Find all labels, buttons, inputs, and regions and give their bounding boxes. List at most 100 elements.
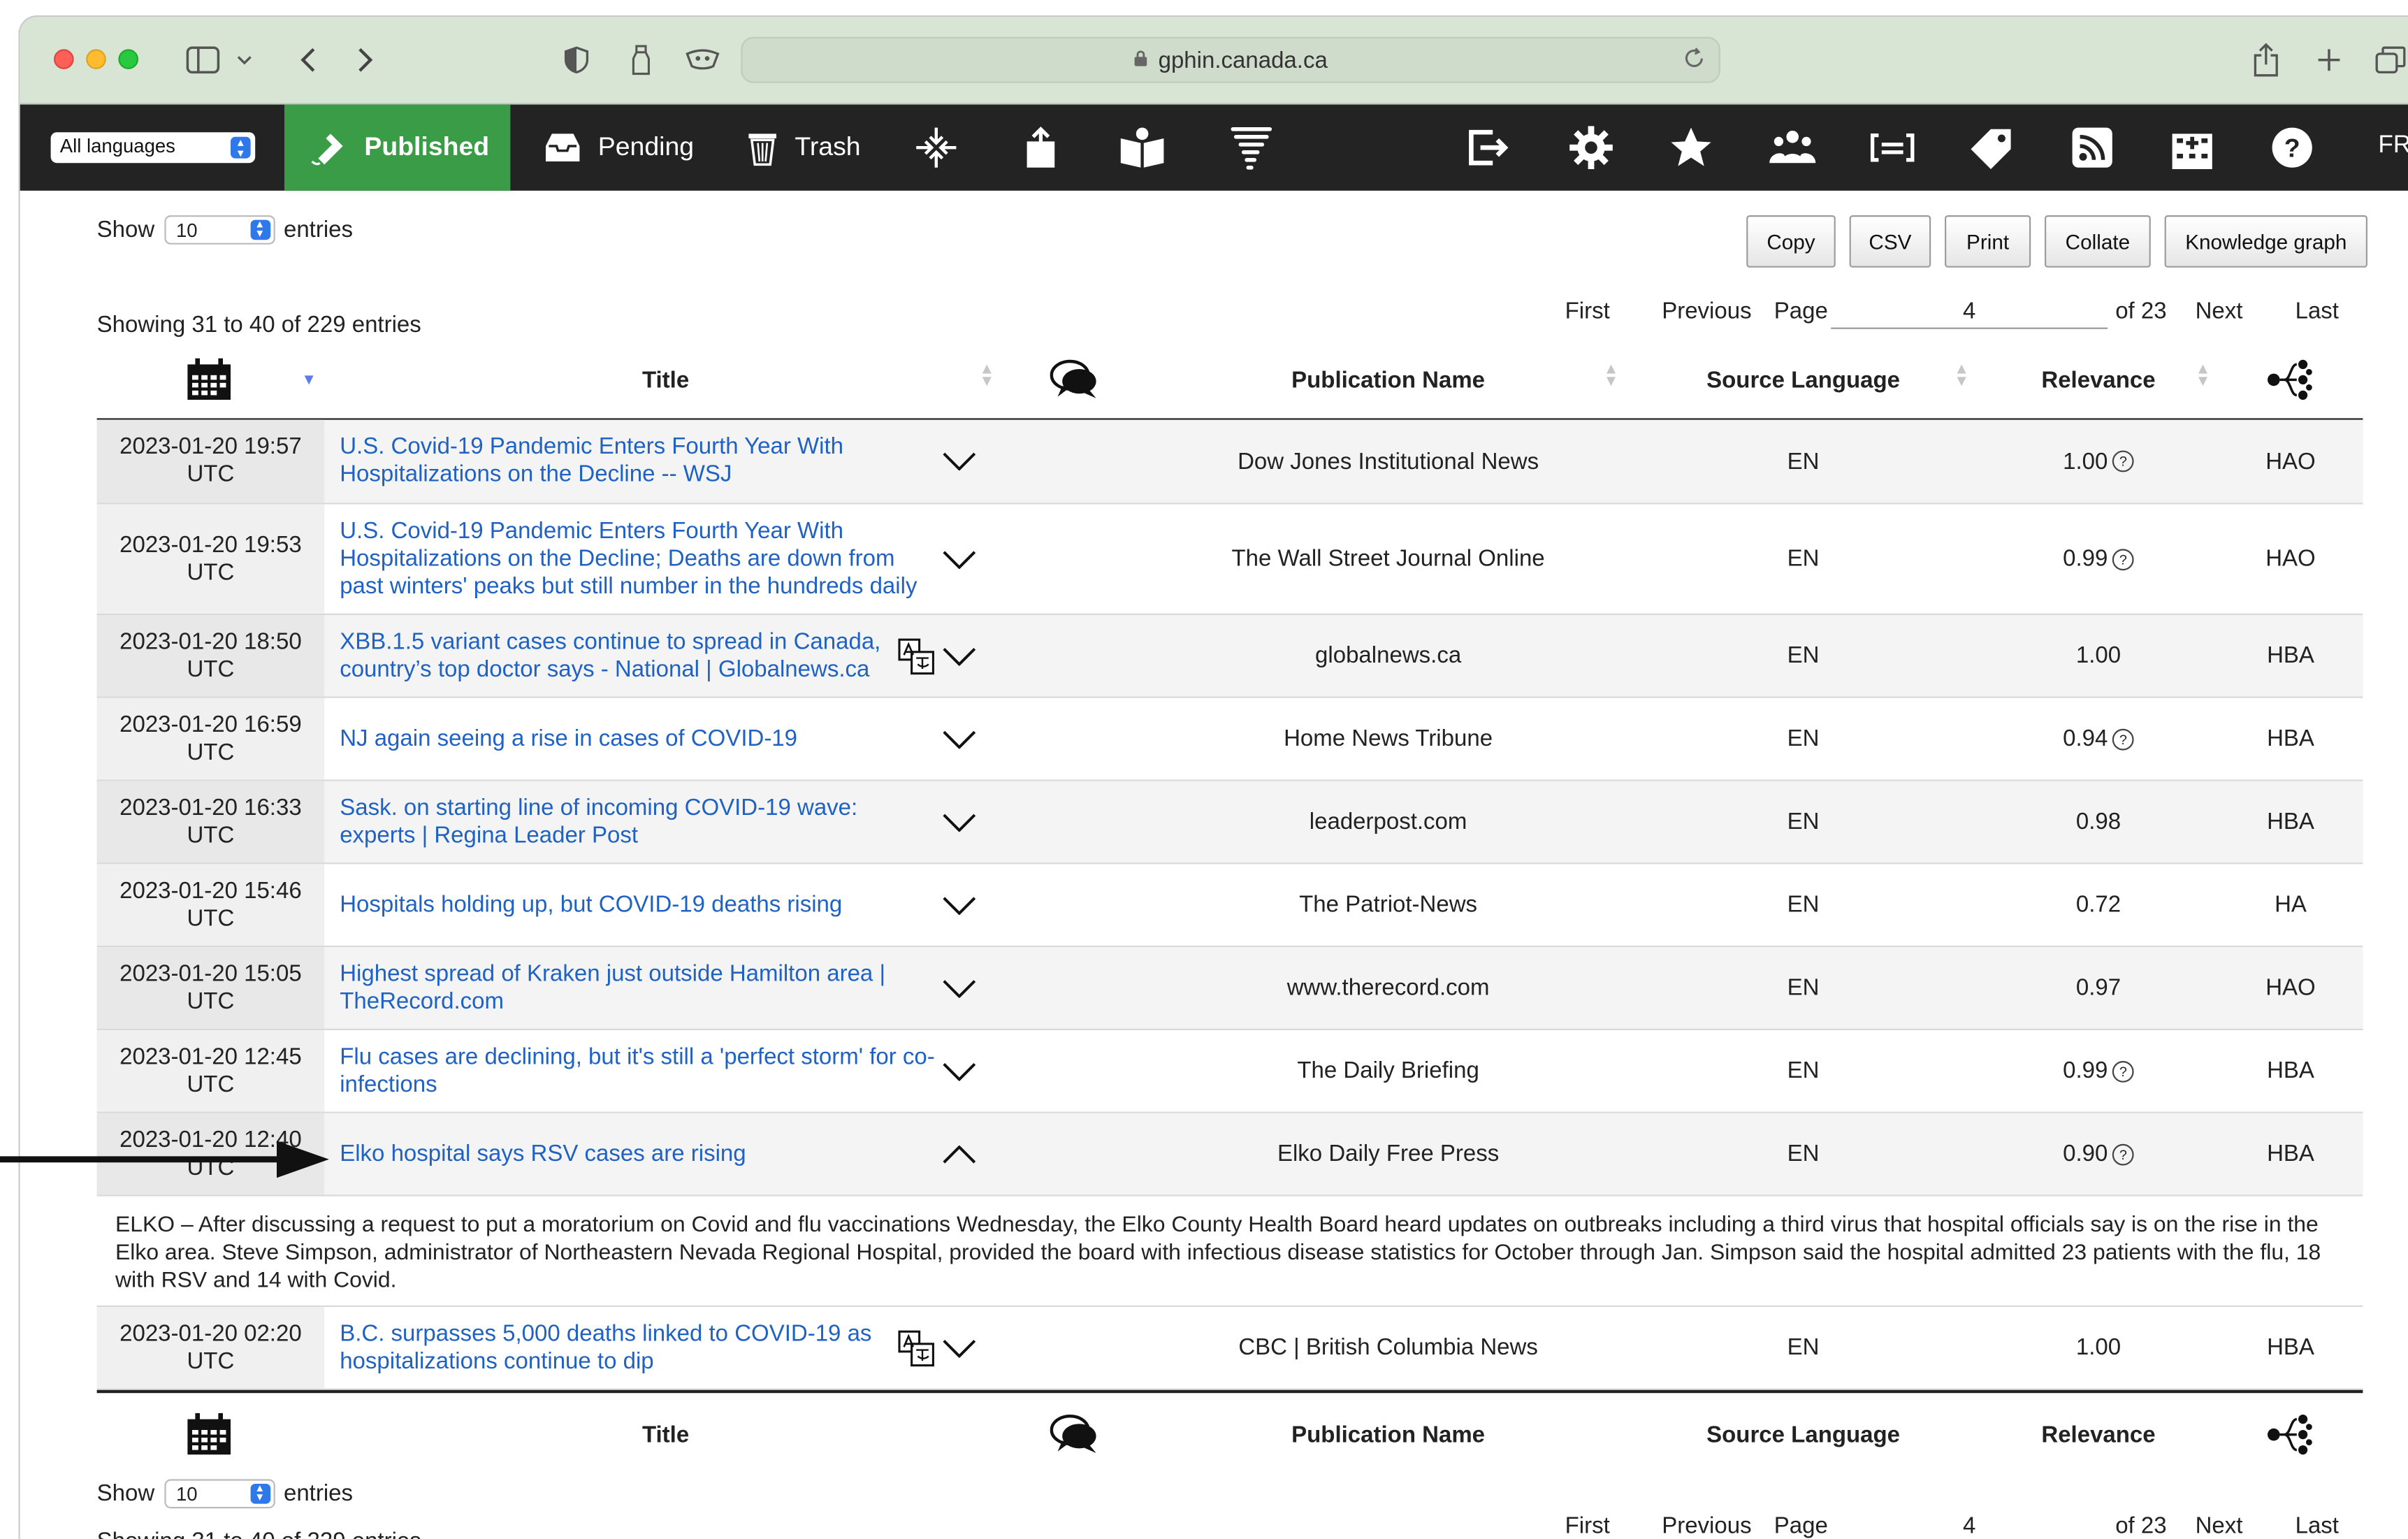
entries-select-bottom[interactable]: 10 ▴ ▾ bbox=[164, 1479, 275, 1509]
table-row[interactable]: 2023-01-20 15:46 UTC Hospitals holding up,… bbox=[96, 864, 2363, 948]
address-bar[interactable]: gphin.canada.ca bbox=[741, 36, 1720, 83]
sort-icon[interactable]: ▲ ▼ bbox=[979, 362, 994, 390]
row-title-link[interactable]: NJ again seeing a rise in cases of COVID… bbox=[340, 698, 939, 780]
csv-button[interactable]: CSV bbox=[1849, 215, 1931, 268]
comments-column-header[interactable] bbox=[1050, 341, 1099, 418]
sort-icon[interactable]: ▲ ▼ bbox=[2196, 362, 2211, 390]
chevron-down-icon[interactable] bbox=[939, 1030, 979, 1112]
zoom-window-button[interactable] bbox=[118, 49, 138, 69]
date-column-footer[interactable] bbox=[183, 1396, 235, 1473]
nav-trash[interactable]: Trash bbox=[746, 105, 861, 191]
row-title-link[interactable]: Hospitals holding up, but COVID-19 death… bbox=[340, 864, 939, 946]
chevron-down-icon[interactable] bbox=[939, 505, 979, 614]
hierarchy-column-header[interactable] bbox=[2265, 341, 2317, 418]
sort-icon[interactable]: ▲ ▼ bbox=[1604, 362, 1619, 390]
row-title-link[interactable]: U.S. Covid-19 Pandemic Enters Fourth Yea… bbox=[340, 505, 939, 614]
relevance-column-header[interactable]: Relevance bbox=[2022, 341, 2175, 418]
table-row[interactable]: 2023-01-20 12:45 UTC Flu cases are declini… bbox=[96, 1030, 2363, 1113]
pager-next[interactable]: Next bbox=[2196, 298, 2243, 324]
table-row[interactable]: 2023-01-20 15:05 UTC Highest spread of Kra… bbox=[96, 947, 2363, 1030]
nav-pending[interactable]: Pending bbox=[543, 105, 694, 191]
table-row[interactable]: 2023-01-20 19:57 UTC U.S. Covid-19 Pandemi… bbox=[96, 419, 2363, 505]
page-number-input[interactable]: 4 bbox=[1831, 1513, 2108, 1539]
table-row[interactable]: 2023-01-20 18:50 UTC XBB.1.5 variant cases… bbox=[96, 615, 2363, 698]
table-row[interactable]: 2023-01-20 02:20 UTC B.C. surpasses 5,000 … bbox=[96, 1307, 2363, 1390]
back-icon[interactable] bbox=[291, 38, 324, 82]
row-title-link[interactable]: Elko hospital says RSV cases are rising bbox=[340, 1113, 939, 1195]
hospital-icon[interactable] bbox=[2166, 123, 2219, 172]
translate-icon[interactable] bbox=[897, 615, 936, 697]
table-row[interactable]: 2023-01-20 16:59 UTC NJ again seeing a ris… bbox=[96, 698, 2363, 781]
relevance-help-icon[interactable]: ? bbox=[2112, 1060, 2134, 1082]
chevron-down-icon[interactable] bbox=[939, 781, 979, 863]
table-row[interactable]: 2023-01-20 16:33 UTC Sask. on starting lin… bbox=[96, 781, 2363, 865]
pager-last[interactable]: Last bbox=[2295, 1513, 2339, 1539]
knowledge-graph-button[interactable]: Knowledge graph bbox=[2164, 215, 2367, 268]
sort-desc-icon[interactable]: ▼ bbox=[301, 373, 317, 389]
chevron-down-icon[interactable] bbox=[232, 38, 256, 82]
settings-gear-icon[interactable] bbox=[1565, 123, 1618, 172]
chevron-down-icon[interactable] bbox=[939, 864, 979, 946]
table-row[interactable]: 2023-01-20 12:40 UTC Elko hospital says RS… bbox=[96, 1113, 2363, 1197]
pager-previous[interactable]: Previous bbox=[1662, 1513, 1751, 1539]
chevron-down-icon[interactable] bbox=[939, 420, 979, 503]
relevance-help-icon[interactable]: ? bbox=[2112, 728, 2134, 750]
row-title-link[interactable]: Highest spread of Kraken just outside Ha… bbox=[340, 947, 939, 1029]
brackets-text-icon[interactable] bbox=[1866, 123, 1919, 172]
row-title-link[interactable]: Sask. on starting line of incoming COVID… bbox=[340, 781, 939, 863]
translate-icon[interactable] bbox=[897, 1307, 936, 1389]
extension-mask-icon[interactable] bbox=[684, 38, 721, 82]
forward-icon[interactable] bbox=[349, 38, 382, 82]
language-toggle-fr[interactable]: FR bbox=[2378, 132, 2408, 160]
export-icon[interactable] bbox=[1015, 123, 1067, 172]
users-group-icon[interactable] bbox=[1767, 123, 1819, 172]
tab-overview-icon[interactable] bbox=[2372, 38, 2408, 82]
entries-select[interactable]: 10 ▴ ▾ bbox=[164, 215, 275, 245]
nav-published[interactable]: Published bbox=[284, 104, 511, 191]
sidebar-toggle-icon[interactable] bbox=[183, 38, 223, 82]
rss-feed-icon[interactable] bbox=[2066, 123, 2119, 172]
source-language-column-header[interactable]: Source Language bbox=[1696, 341, 1911, 418]
favorites-star-icon[interactable] bbox=[1665, 123, 1718, 172]
collate-button[interactable]: Collate bbox=[2045, 215, 2151, 268]
chevron-down-icon[interactable] bbox=[939, 947, 979, 1029]
minimize-window-button[interactable] bbox=[86, 49, 106, 69]
new-tab-icon[interactable] bbox=[2312, 38, 2346, 82]
date-column-header[interactable] bbox=[183, 341, 235, 418]
collapse-arrows-icon[interactable] bbox=[910, 123, 962, 172]
row-title-link[interactable]: XBB.1.5 variant cases continue to spread… bbox=[340, 615, 893, 697]
chevron-up-icon[interactable] bbox=[939, 1113, 979, 1195]
sign-out-icon[interactable] bbox=[1462, 123, 1514, 172]
row-title-link[interactable]: U.S. Covid-19 Pandemic Enters Fourth Yea… bbox=[340, 420, 939, 503]
relevance-help-icon[interactable]: ? bbox=[2112, 1143, 2134, 1165]
pager-next[interactable]: Next bbox=[2196, 1513, 2243, 1539]
pager-first[interactable]: First bbox=[1565, 1513, 1610, 1539]
sort-icon[interactable]: ▲ ▼ bbox=[1954, 362, 1969, 390]
share-icon[interactable] bbox=[2249, 38, 2283, 82]
chevron-down-icon[interactable] bbox=[939, 698, 979, 780]
pager-first[interactable]: First bbox=[1565, 298, 1610, 324]
pager-last[interactable]: Last bbox=[2295, 298, 2339, 324]
row-title-link[interactable]: B.C. surpasses 5,000 deaths linked to CO… bbox=[340, 1307, 893, 1389]
language-select[interactable]: All languages ▴ ▾ bbox=[50, 132, 256, 164]
tornado-icon[interactable] bbox=[1225, 123, 1277, 172]
title-column-header[interactable]: Title bbox=[558, 341, 774, 418]
help-icon[interactable]: ? bbox=[2266, 123, 2319, 172]
row-title-link[interactable]: Flu cases are declining, but it's still … bbox=[340, 1030, 939, 1112]
publication-column-header[interactable]: Publication Name bbox=[1158, 341, 1619, 418]
reload-icon[interactable] bbox=[1682, 46, 1706, 77]
tags-icon[interactable] bbox=[1966, 123, 2019, 172]
privacy-shield-icon[interactable] bbox=[560, 38, 593, 82]
table-row[interactable]: 2023-01-20 19:53 UTC U.S. Covid-19 Pandemi… bbox=[96, 504, 2363, 615]
page-number-input[interactable]: 4 bbox=[1831, 298, 2108, 329]
pager-previous[interactable]: Previous bbox=[1662, 298, 1751, 324]
chevron-down-icon[interactable] bbox=[939, 615, 979, 697]
relevance-help-icon[interactable]: ? bbox=[2112, 450, 2134, 472]
print-button[interactable]: Print bbox=[1945, 215, 2031, 268]
extension-bottle-icon[interactable] bbox=[624, 38, 658, 82]
chevron-down-icon[interactable] bbox=[939, 1307, 979, 1389]
close-window-button[interactable] bbox=[54, 49, 74, 69]
relevance-help-icon[interactable]: ? bbox=[2112, 548, 2134, 570]
copy-button[interactable]: Copy bbox=[1746, 215, 1836, 268]
reader-icon[interactable] bbox=[1116, 123, 1168, 172]
